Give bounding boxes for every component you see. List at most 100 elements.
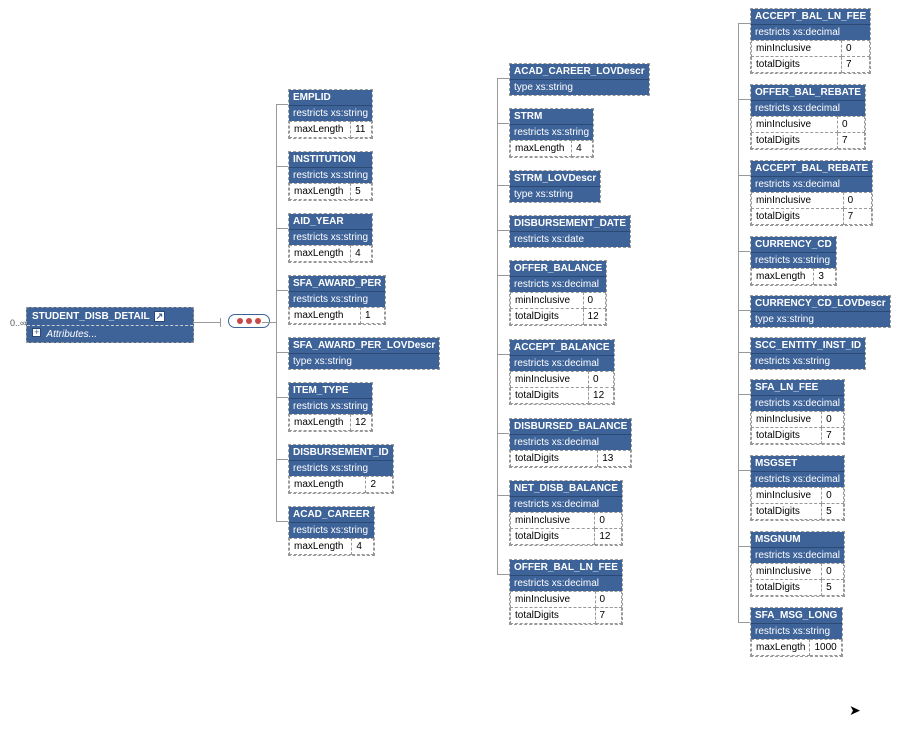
schema-element[interactable]: ACAD_CAREERrestricts xs:stringmaxLength4	[288, 506, 375, 556]
cursor-icon: ➤	[849, 702, 861, 719]
element-type-label: restricts xs:string	[510, 125, 593, 140]
element-name: NET_DISB_BALANCE	[510, 481, 622, 497]
facet-name: maxLength	[290, 246, 351, 262]
schema-element[interactable]: CURRENCY_CDrestricts xs:stringmaxLength3	[750, 236, 837, 286]
connector-line	[497, 78, 498, 574]
schema-element[interactable]: MSGSETrestricts xs:decimalminInclusive0t…	[750, 455, 845, 521]
schema-element[interactable]: INSTITUTIONrestricts xs:stringmaxLength5	[288, 151, 373, 201]
detail-icon[interactable]	[154, 311, 165, 322]
facet-table: maxLength11	[289, 121, 372, 138]
schema-element[interactable]: EMPLIDrestricts xs:stringmaxLength11	[288, 89, 373, 139]
facet-table: maxLength4	[510, 140, 593, 157]
connector-line	[738, 23, 750, 24]
facet-value: 7	[843, 209, 872, 225]
schema-element[interactable]: SFA_LN_FEErestricts xs:decimalminInclusi…	[750, 379, 845, 445]
facet-row: totalDigits7	[752, 428, 844, 444]
schema-element[interactable]: DISBURSEMENT_DATErestricts xs:date	[509, 215, 631, 248]
connector-line	[497, 185, 509, 186]
facet-value: 0	[595, 592, 621, 608]
schema-element[interactable]: CURRENCY_CD_LOVDescrtype xs:string	[750, 295, 891, 328]
cardinality-label: 0..∞	[10, 318, 26, 328]
facet-row: maxLength4	[290, 246, 372, 262]
facet-value: 7	[838, 133, 865, 149]
schema-element[interactable]: MSGNUMrestricts xs:decimalminInclusive0t…	[750, 531, 845, 597]
schema-element[interactable]: ACCEPT_BAL_LN_FEErestricts xs:decimalmin…	[750, 8, 871, 74]
facet-table: minInclusive0totalDigits12	[510, 371, 614, 404]
element-name: DISBURSEMENT_DATE	[510, 216, 630, 232]
schema-element[interactable]: SCC_ENTITY_INST_IDrestricts xs:string	[750, 337, 866, 370]
facet-value: 0	[822, 564, 844, 580]
connector-line	[738, 394, 750, 395]
element-type-label: restricts xs:string	[751, 253, 836, 268]
schema-element[interactable]: DISBURSEMENT_IDrestricts xs:stringmaxLen…	[288, 444, 394, 494]
schema-element[interactable]: AID_YEARrestricts xs:stringmaxLength4	[288, 213, 373, 263]
schema-element[interactable]: ACAD_CAREER_LOVDescrtype xs:string	[509, 63, 650, 96]
facet-row: totalDigits12	[511, 388, 614, 404]
schema-element[interactable]: STRMrestricts xs:stringmaxLength4	[509, 108, 594, 158]
root-element[interactable]: STUDENT_DISB_DETAIL Attributes...	[26, 307, 194, 343]
facet-value: 4	[352, 539, 373, 555]
element-name: ACCEPT_BALANCE	[510, 340, 614, 356]
schema-element[interactable]: ITEM_TYPErestricts xs:stringmaxLength12	[288, 382, 373, 432]
element-name: SCC_ENTITY_INST_ID	[751, 338, 865, 354]
facet-name: minInclusive	[752, 117, 838, 133]
sequence-indicator	[228, 314, 270, 328]
facet-table: minInclusive0totalDigits7	[751, 192, 872, 225]
connector-line	[738, 622, 750, 623]
facet-row: minInclusive0	[752, 41, 870, 57]
element-name: SFA_AWARD_PER	[289, 276, 385, 292]
schema-element[interactable]: NET_DISB_BALANCErestricts xs:decimalminI…	[509, 480, 623, 546]
schema-element[interactable]: SFA_AWARD_PER_LOVDescrtype xs:string	[288, 337, 440, 370]
facet-row: minInclusive0	[511, 513, 622, 529]
connector-line	[497, 574, 509, 575]
facet-row: totalDigits7	[752, 133, 865, 149]
schema-element[interactable]: OFFER_BAL_LN_FEErestricts xs:decimalminI…	[509, 559, 623, 625]
element-name: ACAD_CAREER	[289, 507, 374, 523]
schema-element[interactable]: OFFER_BALANCErestricts xs:decimalminIncl…	[509, 260, 607, 326]
facet-table: minInclusive0totalDigits5	[751, 563, 844, 596]
schema-element[interactable]: STRM_LOVDescrtype xs:string	[509, 170, 601, 203]
schema-element[interactable]: DISBURSED_BALANCErestricts xs:decimaltot…	[509, 418, 632, 468]
connector-line	[276, 459, 288, 460]
facet-row: maxLength12	[290, 415, 372, 431]
facet-value: 12	[589, 388, 614, 404]
expand-icon[interactable]	[32, 328, 41, 337]
element-type-label: restricts xs:string	[289, 230, 372, 245]
schema-element[interactable]: ACCEPT_BALANCErestricts xs:decimalminInc…	[509, 339, 615, 405]
schema-element[interactable]: OFFER_BAL_REBATErestricts xs:decimalminI…	[750, 84, 866, 150]
facet-name: minInclusive	[511, 372, 589, 388]
connector-line	[276, 397, 288, 398]
schema-element[interactable]: SFA_MSG_LONGrestricts xs:stringmaxLength…	[750, 607, 843, 657]
facet-row: totalDigits7	[752, 57, 870, 73]
element-name: OFFER_BAL_LN_FEE	[510, 560, 622, 576]
facet-row: maxLength11	[290, 122, 372, 138]
facet-value: 7	[842, 57, 870, 73]
facet-row: maxLength1	[290, 308, 385, 324]
facet-table: minInclusive0totalDigits7	[510, 591, 622, 624]
facet-name: totalDigits	[752, 428, 822, 444]
facet-table: minInclusive0totalDigits12	[510, 292, 606, 325]
connector-line	[276, 352, 288, 353]
facet-name: maxLength	[752, 640, 810, 656]
facet-row: totalDigits5	[752, 580, 844, 596]
schema-element[interactable]: SFA_AWARD_PERrestricts xs:stringmaxLengt…	[288, 275, 386, 325]
facet-value: 2	[366, 477, 392, 493]
facet-table: totalDigits13	[510, 450, 631, 467]
facet-table: minInclusive0totalDigits7	[751, 116, 865, 149]
facet-table: maxLength1000	[751, 639, 842, 656]
schema-element[interactable]: ACCEPT_BAL_REBATErestricts xs:decimalmin…	[750, 160, 873, 226]
connector-line	[262, 322, 276, 323]
facet-name: totalDigits	[752, 133, 838, 149]
element-name: STRM	[510, 109, 593, 125]
connector-line	[738, 99, 750, 100]
element-name: STRM_LOVDescr	[510, 171, 600, 187]
connector-line	[497, 275, 509, 276]
element-name: ACCEPT_BAL_REBATE	[751, 161, 872, 177]
facet-row: maxLength5	[290, 184, 372, 200]
connector-line	[497, 123, 509, 124]
element-name: DISBURSED_BALANCE	[510, 419, 631, 435]
seq-dot	[255, 318, 261, 324]
connector-line	[497, 78, 509, 79]
facet-name: totalDigits	[511, 608, 596, 624]
connector-line	[194, 322, 220, 323]
